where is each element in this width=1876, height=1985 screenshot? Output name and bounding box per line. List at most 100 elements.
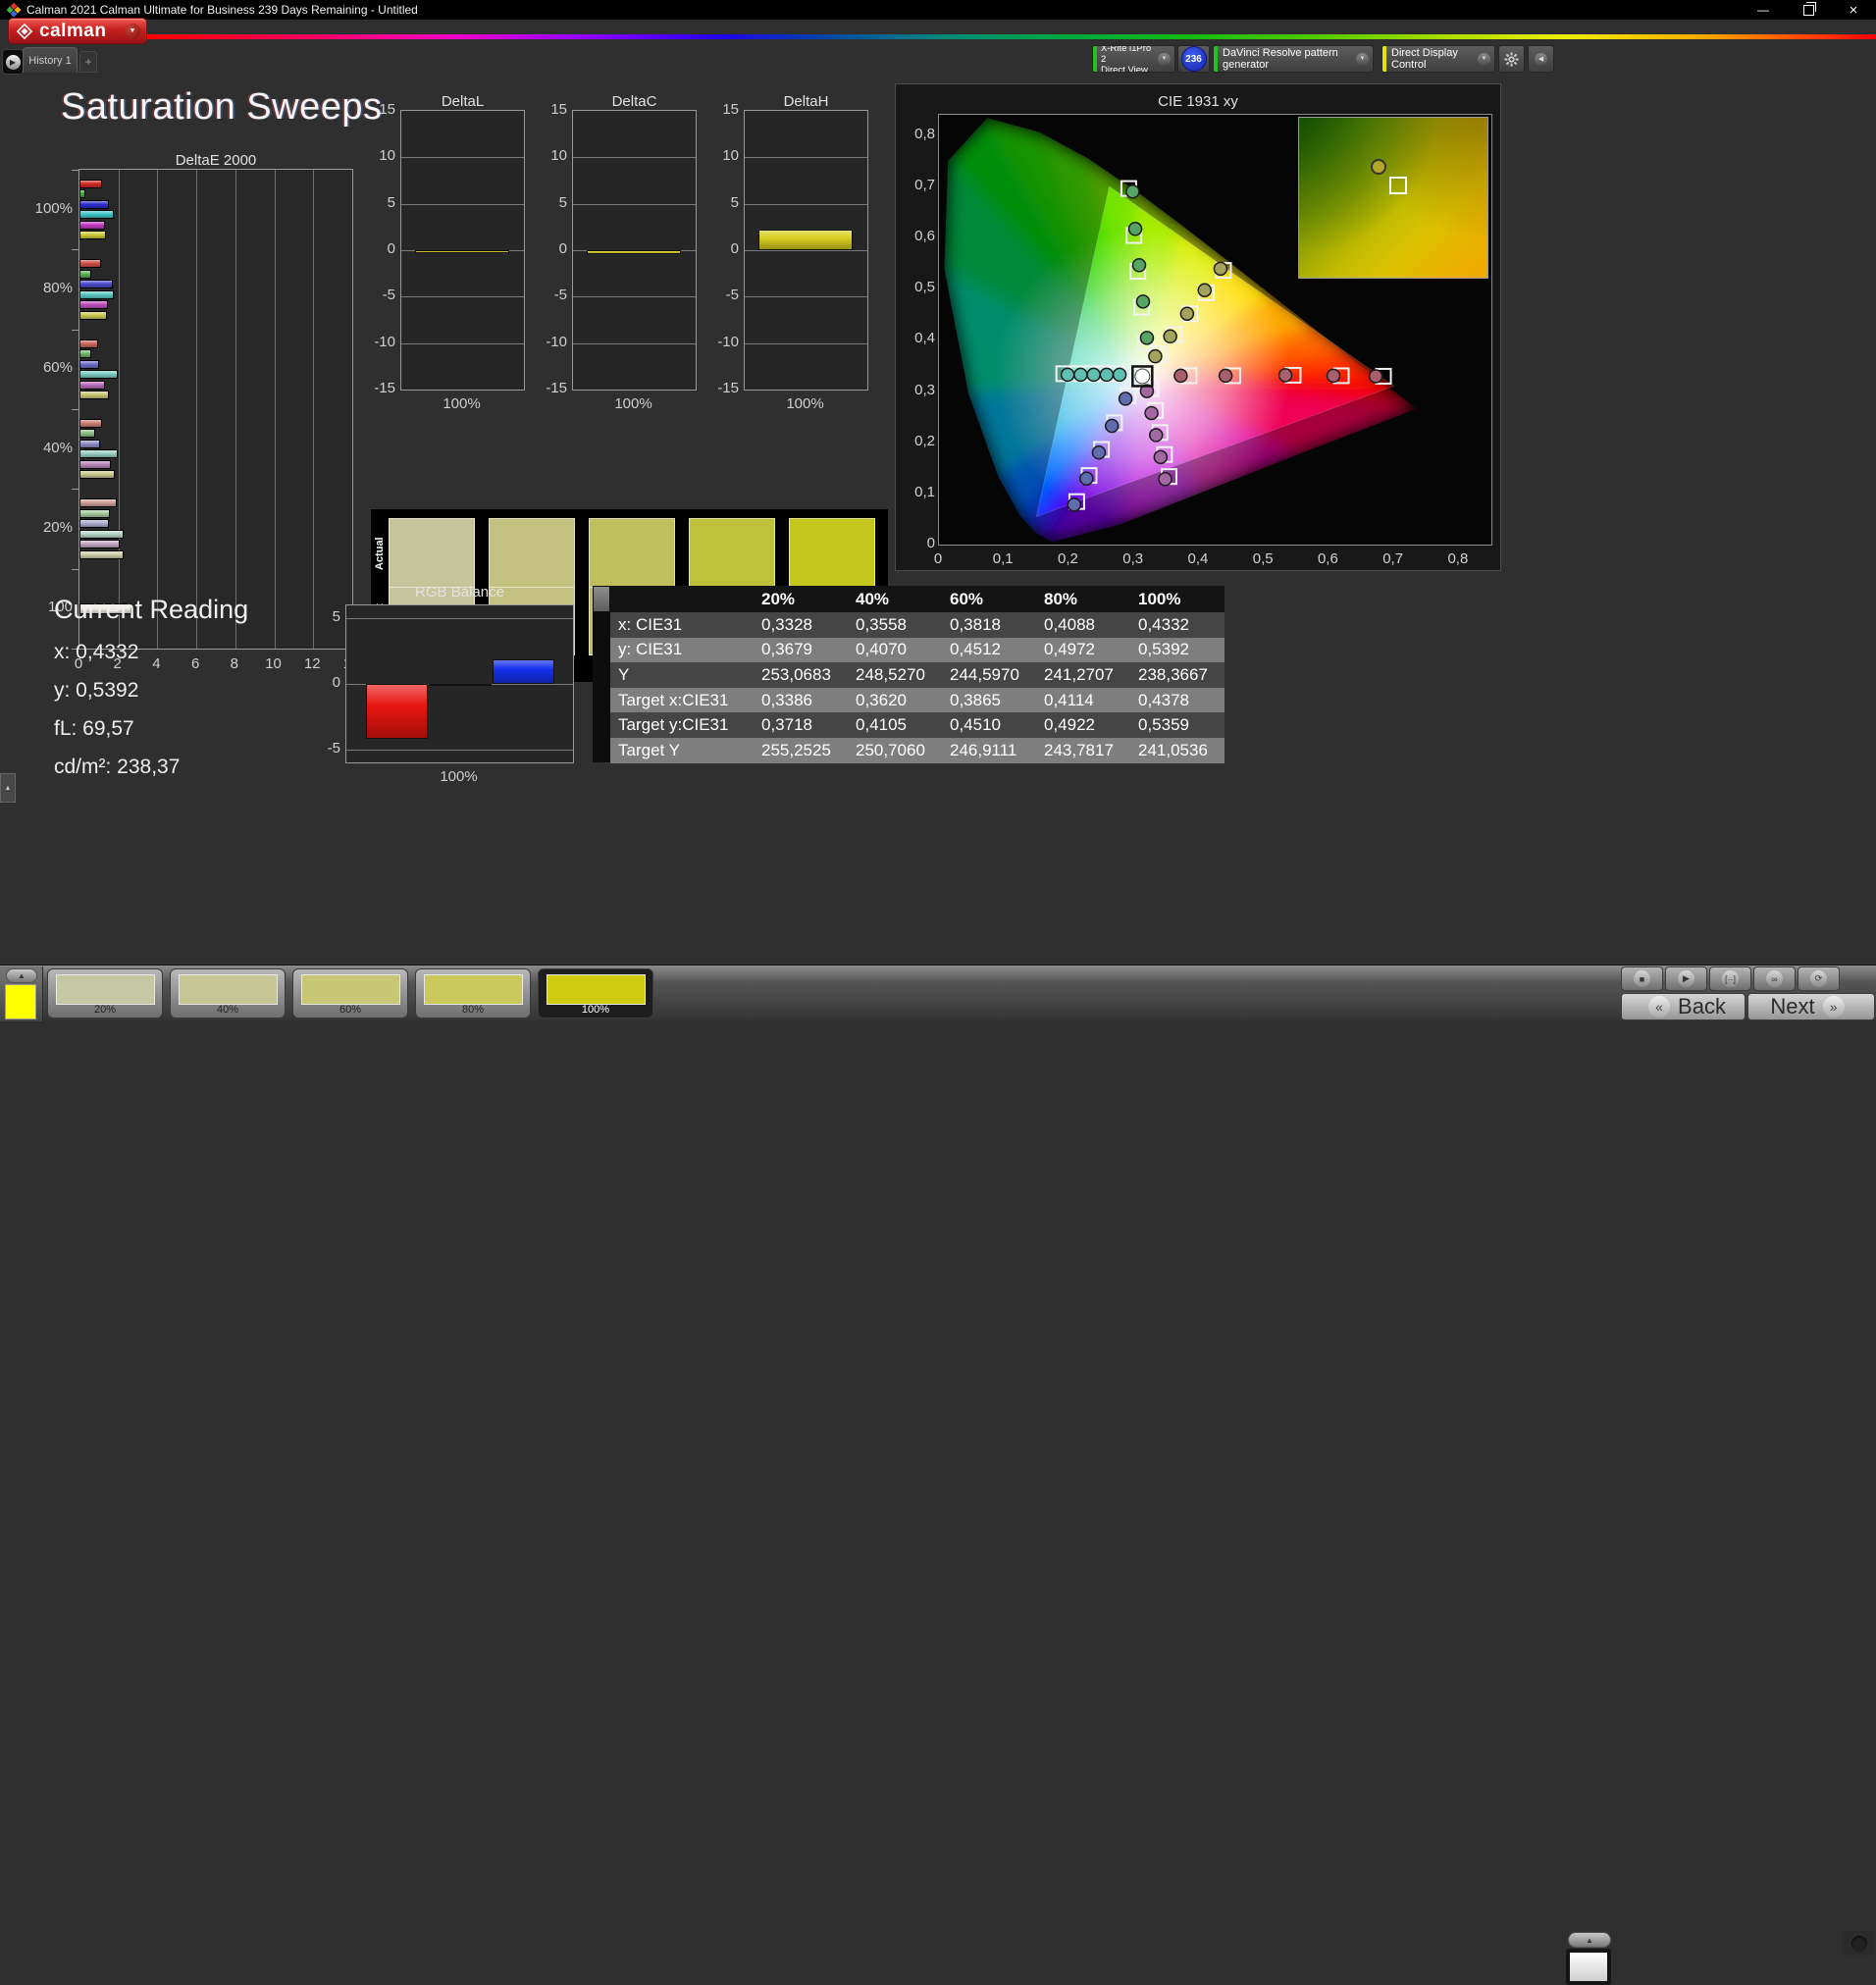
y-tick-label: 5 (711, 194, 739, 211)
deltae-bar (79, 270, 91, 279)
table-cell: 0,3679 (754, 638, 848, 663)
cie-y-tick-label: 0,6 (898, 228, 935, 244)
back-label: Back (1678, 994, 1726, 1019)
y-tick-label: -5 (314, 740, 340, 757)
deltae-group-label: 20% (0, 519, 73, 536)
gridline (313, 170, 314, 649)
gridline (401, 157, 524, 158)
tab-scroll-button[interactable]: ▶ (2, 49, 24, 75)
magenta-measured-point (1145, 406, 1158, 419)
deltae-bar (79, 470, 115, 479)
swatch-patch (547, 974, 646, 1005)
deltae-bar (79, 530, 124, 539)
deltae-bar (79, 340, 98, 348)
table-cell: 0,5392 (1130, 638, 1225, 663)
cyan-measured-point (1100, 368, 1113, 381)
table-cell: 246,9111 (942, 738, 1036, 763)
pattern-generator-selector[interactable]: DaVinci Resolve pattern generator ▼ (1213, 45, 1374, 73)
actual-swatch (389, 518, 475, 587)
bottom-swatch-button-40%[interactable]: 40% (170, 968, 286, 1019)
play-button[interactable]: ▶ (1665, 966, 1707, 991)
table-header-cell: 100% (1130, 586, 1225, 612)
cie-x-tick-label: 0,7 (1374, 550, 1413, 567)
actual-swatch (589, 518, 675, 587)
dropdown-caret-icon[interactable]: ▼ (125, 24, 140, 39)
inset-target-point (1389, 177, 1407, 194)
cie-y-tick-label: 0,5 (898, 279, 935, 295)
next-button[interactable]: Next » (1747, 993, 1875, 1020)
table-cell: 0,3718 (754, 712, 848, 738)
calman-menu-button[interactable]: calman ▼ (8, 18, 147, 44)
collapse-toolbar-button[interactable]: ◀ (1528, 45, 1554, 73)
yellow-measured-point (1214, 262, 1226, 275)
add-tab-button[interactable]: + (79, 51, 97, 73)
cie-x-tick-label: 0,8 (1438, 550, 1478, 567)
deltah-bar (758, 230, 853, 250)
play-icon: ▶ (1678, 970, 1694, 987)
blue-measured-point (1120, 392, 1132, 405)
deltae-bar (79, 460, 111, 469)
table-row-label: Y (610, 662, 754, 688)
deltae-bar (79, 311, 107, 320)
display-control-selector[interactable]: Direct Display Control ▼ (1381, 45, 1495, 73)
calman-logo-text: calman (39, 21, 106, 42)
back-button[interactable]: « Back (1621, 993, 1746, 1020)
y-tick-label: 5 (368, 194, 395, 211)
deltae-bar (79, 440, 100, 448)
scrollbar-thumb[interactable] (594, 587, 609, 611)
blue-measured-point (1068, 498, 1080, 511)
chevron-down-icon: ▼ (1478, 53, 1490, 66)
cie-x-tick-label: 0,3 (1114, 550, 1153, 567)
y-tick-label: 15 (540, 101, 567, 118)
red-measured-point (1370, 370, 1382, 383)
deltae-bar (79, 509, 110, 518)
up-arrow-icon[interactable]: ▲ (6, 968, 37, 983)
deltae-group-label: 100% (0, 200, 73, 217)
loop-button[interactable]: ∞ (1753, 966, 1796, 991)
deltae-bar (79, 200, 109, 209)
step-button[interactable]: [··] (1709, 966, 1751, 991)
green-bar (429, 684, 492, 686)
bottom-swatch-button-20%[interactable]: 20% (47, 968, 163, 1019)
deltac-bar (587, 250, 681, 254)
bottom-swatch-button-80%[interactable]: 80% (415, 968, 531, 1019)
y-tick-label: -10 (540, 334, 567, 350)
deltae-bar (79, 419, 102, 428)
cie1931-panel: CIE 1931 xy 0,80,70,60,50,40,30,20,1000,… (895, 83, 1501, 571)
stop-button[interactable]: ■ (1621, 966, 1663, 991)
current-test-color-swatch (5, 984, 36, 1019)
deltae-bar (79, 349, 91, 358)
table-scrollbar[interactable] (593, 586, 610, 762)
table-cell: 0,4105 (848, 712, 942, 738)
swatch-button-label: 60% (293, 1004, 407, 1016)
bottom-swatch-button-100%[interactable]: 100% (538, 968, 653, 1019)
swatch-button-label: 40% (171, 1004, 285, 1016)
cie-y-tick-label: 0,4 (898, 330, 935, 346)
meter-selector[interactable]: X-Rite i1Pro 2Direct View ▼ (1092, 45, 1175, 73)
step-icon: [··] (1722, 970, 1739, 987)
meter-count-panel[interactable]: 236 (1177, 45, 1210, 73)
deltae-bar (79, 391, 109, 399)
gridline (119, 170, 120, 649)
table-cell: 0,3818 (942, 612, 1036, 638)
minimize-icon[interactable]: — (1741, 0, 1786, 20)
deltae-group-label: 80% (0, 280, 73, 296)
y-tick-label: -5 (540, 287, 567, 303)
red-bar (366, 684, 428, 739)
cie-x-tick-label: 0 (918, 550, 958, 567)
up-arrow-icon[interactable]: ▲ (1568, 1932, 1611, 1948)
settings-button[interactable] (1498, 45, 1525, 73)
display-control-label: Direct Display Control (1386, 47, 1478, 71)
collapse-panel-button[interactable]: ▲ (0, 773, 16, 803)
refresh-button[interactable]: ⟳ (1798, 966, 1840, 991)
deltae-bar (79, 300, 108, 309)
table-cell: 0,5359 (1130, 712, 1225, 738)
bottom-swatch-button-60%[interactable]: 60% (292, 968, 408, 1019)
cyan-measured-point (1087, 368, 1100, 381)
cie-x-tick-label: 0,5 (1243, 550, 1282, 567)
restore-icon[interactable] (1786, 0, 1831, 20)
y-tick-label: 0 (711, 240, 739, 257)
tab-history[interactable]: History 1 (23, 47, 78, 73)
magenta-measured-point (1159, 473, 1172, 486)
close-icon[interactable]: × (1831, 0, 1876, 20)
